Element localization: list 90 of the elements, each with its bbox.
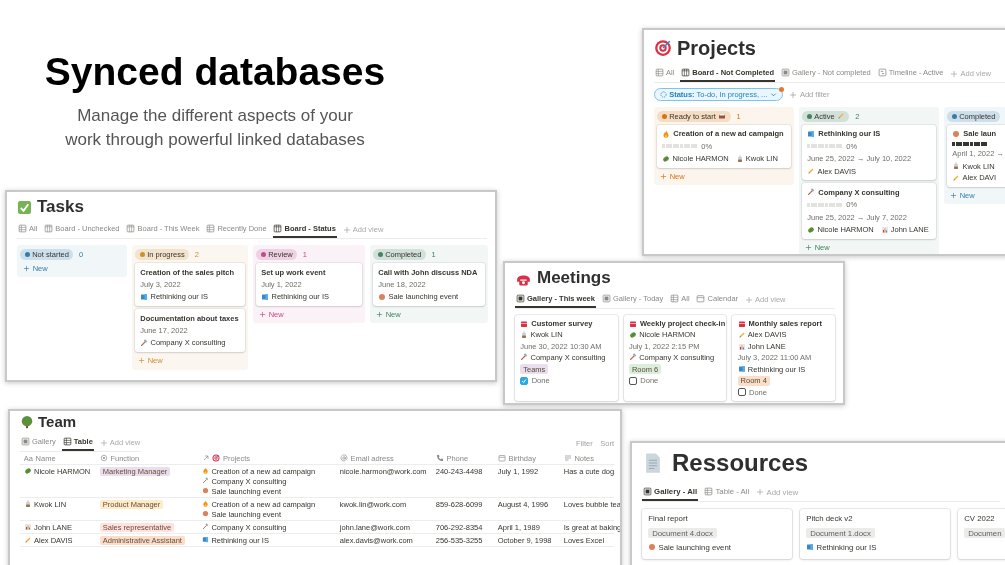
pencil-icon [737, 330, 746, 339]
flame-icon [662, 129, 671, 138]
gallery-icon [601, 294, 611, 304]
book-icon [737, 365, 746, 373]
cup-icon [520, 330, 529, 339]
plus-icon [659, 172, 667, 180]
target-icon [654, 39, 672, 57]
book-icon [807, 129, 816, 138]
hammer-icon [520, 353, 529, 362]
plus-icon [258, 310, 266, 318]
hammer-icon [140, 338, 149, 347]
chevron-down-icon [770, 91, 777, 99]
calendar-icon [497, 454, 506, 462]
hammer-icon [628, 353, 637, 362]
loader-icon [659, 91, 667, 99]
window-title: Meetings [537, 268, 611, 289]
checkbox[interactable] [628, 376, 637, 385]
calendar-icon [737, 319, 746, 328]
leaf-icon [807, 225, 816, 234]
window-title: Team [38, 413, 77, 431]
window-title: Projects [677, 36, 756, 60]
ball-icon [952, 129, 961, 138]
plus-icon [744, 295, 753, 304]
timeline-icon [877, 68, 887, 77]
lunchbox-icon [718, 112, 727, 121]
flame-icon [201, 466, 209, 474]
hammer-icon [201, 522, 209, 530]
table-icon [62, 437, 72, 446]
select-icon [99, 454, 108, 462]
board-icon [44, 224, 54, 234]
plus-icon [804, 243, 812, 251]
book-icon [140, 292, 149, 301]
book-icon [201, 535, 209, 543]
plus-icon [137, 357, 145, 364]
leaf-icon [628, 330, 637, 339]
gallery-icon [780, 68, 790, 77]
leaf-icon [662, 154, 671, 163]
plus-icon [756, 488, 765, 497]
flame-icon [201, 499, 209, 507]
calendar-icon [520, 319, 529, 328]
plus-icon [99, 438, 108, 447]
plus-icon [949, 191, 957, 199]
plus-icon [789, 90, 798, 99]
arrow-icon [201, 454, 210, 462]
ball-icon [201, 509, 209, 517]
checkbox[interactable] [520, 376, 529, 385]
leaf-icon [23, 467, 32, 475]
table-icon [670, 294, 679, 304]
table-icon [654, 68, 664, 77]
at-sign-icon [339, 454, 348, 462]
plus-icon [22, 264, 30, 272]
gallery-icon [20, 437, 30, 446]
calendar-icon [628, 319, 637, 328]
hammer-icon [201, 476, 209, 484]
phone-icon [435, 454, 444, 462]
text-lines-icon [563, 454, 572, 462]
window-title: Ressources [672, 449, 809, 478]
plus-icon [375, 310, 383, 318]
pencil-icon [23, 536, 32, 545]
tree-icon [20, 415, 34, 429]
table-icon [206, 224, 216, 234]
ball-icon [648, 543, 657, 552]
calendar-icon [696, 294, 706, 304]
pencil-icon [807, 167, 816, 175]
pencil-icon [837, 112, 846, 121]
board-icon [126, 224, 136, 234]
chart-icon [737, 342, 746, 351]
chart-icon [880, 225, 889, 234]
hammer-icon [807, 188, 816, 197]
plus-icon [342, 225, 351, 234]
page-subtitle: Manage the different aspects of your work through powerful linked databases [65, 105, 365, 151]
page-heading: Synced databases [44, 50, 386, 94]
window-title: Tasks [37, 197, 84, 218]
pencil-icon [952, 173, 961, 182]
gallery-icon [642, 486, 652, 496]
checkbox[interactable] [737, 388, 746, 397]
ball-icon [201, 486, 209, 494]
table-icon [704, 486, 714, 496]
checkmark-icon [17, 199, 32, 215]
gallery-icon [515, 294, 525, 304]
book-icon [261, 292, 270, 301]
board-icon [273, 224, 283, 234]
target-icon [212, 454, 221, 462]
table-icon [17, 224, 27, 234]
cup-icon [23, 500, 32, 509]
plus-icon [950, 69, 959, 78]
chart-icon [23, 523, 32, 532]
ball-icon [378, 292, 387, 301]
board-icon [681, 68, 691, 77]
book-icon [806, 543, 815, 552]
